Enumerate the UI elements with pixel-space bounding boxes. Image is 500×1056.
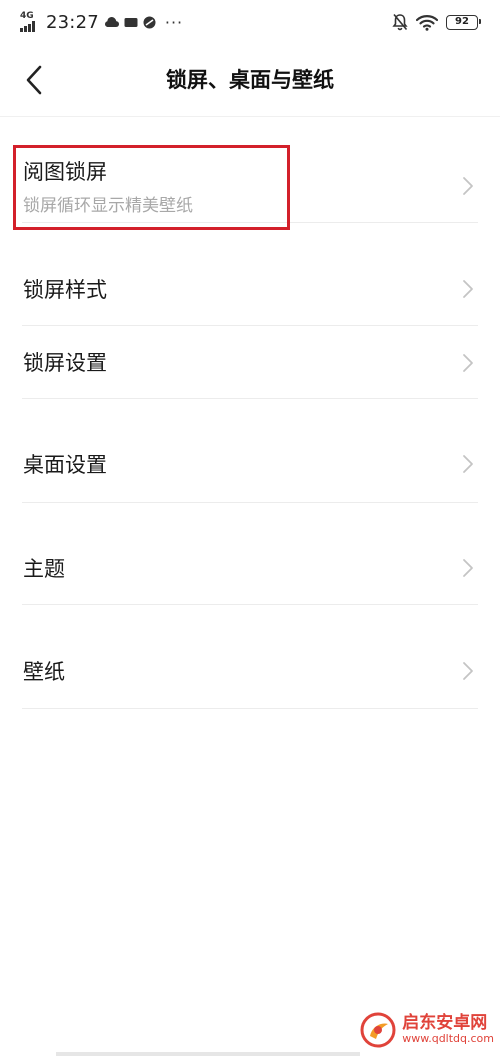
item-label: 锁屏设置 bbox=[23, 351, 107, 375]
bottom-scroll-indicator bbox=[56, 1052, 360, 1056]
item-label: 阅图锁屏 bbox=[23, 160, 107, 184]
network-type: 4G bbox=[20, 11, 34, 21]
page-title: 锁屏、桌面与壁纸 bbox=[166, 68, 334, 92]
mute-bell-icon bbox=[392, 13, 408, 31]
more-notifications-icon: ··· bbox=[164, 12, 184, 32]
chevron-right-icon bbox=[463, 177, 473, 195]
list-item-lock-wallpaper[interactable]: 阅图锁屏 锁屏循环显示精美壁纸 bbox=[22, 116, 478, 223]
item-label: 壁纸 bbox=[23, 660, 65, 684]
item-label: 主题 bbox=[23, 557, 65, 581]
notification-icons: ··· bbox=[104, 12, 184, 32]
watermark-logo-icon bbox=[360, 1012, 396, 1048]
chevron-right-icon bbox=[463, 455, 473, 473]
card-icon bbox=[124, 17, 138, 27]
status-left: 4G 23:27 ··· bbox=[20, 10, 183, 34]
watermark: 启东安卓网 www.qdltdq.com bbox=[360, 1012, 494, 1048]
item-label: 锁屏样式 bbox=[23, 278, 107, 302]
wifi-icon bbox=[416, 14, 438, 31]
settings-list: 阅图锁屏 锁屏循环显示精美壁纸 锁屏样式 锁屏设置 桌面设置 主题 壁纸 bbox=[0, 116, 500, 709]
chevron-right-icon bbox=[463, 354, 473, 372]
cloud-icon bbox=[104, 17, 119, 27]
signal-icon: 4G bbox=[20, 12, 42, 32]
list-item-lock-style[interactable]: 锁屏样式 bbox=[22, 223, 478, 326]
watermark-text: 启东安卓网 www.qdltdq.com bbox=[402, 1013, 494, 1046]
app-icon bbox=[143, 16, 156, 28]
item-label: 桌面设置 bbox=[23, 453, 107, 477]
list-item-theme[interactable]: 主题 bbox=[22, 503, 478, 605]
status-bar: 4G 23:27 ··· 92 bbox=[0, 0, 500, 44]
watermark-url: www.qdltdq.com bbox=[402, 1032, 494, 1046]
battery-level: 92 bbox=[455, 16, 469, 27]
watermark-name: 启东安卓网 bbox=[402, 1013, 488, 1034]
list-item-desktop-settings[interactable]: 桌面设置 bbox=[22, 399, 478, 503]
battery-icon: 92 bbox=[446, 14, 481, 30]
item-subtitle: 锁屏循环显示精美壁纸 bbox=[23, 196, 193, 216]
list-item-lock-settings[interactable]: 锁屏设置 bbox=[22, 326, 478, 399]
status-right: 92 bbox=[392, 10, 481, 34]
chevron-right-icon bbox=[463, 559, 473, 577]
status-time: 23:27 bbox=[46, 11, 99, 33]
header: 锁屏、桌面与壁纸 bbox=[0, 44, 500, 117]
chevron-right-icon bbox=[463, 662, 473, 680]
list-item-wallpaper[interactable]: 壁纸 bbox=[22, 605, 478, 709]
chevron-right-icon bbox=[463, 280, 473, 298]
